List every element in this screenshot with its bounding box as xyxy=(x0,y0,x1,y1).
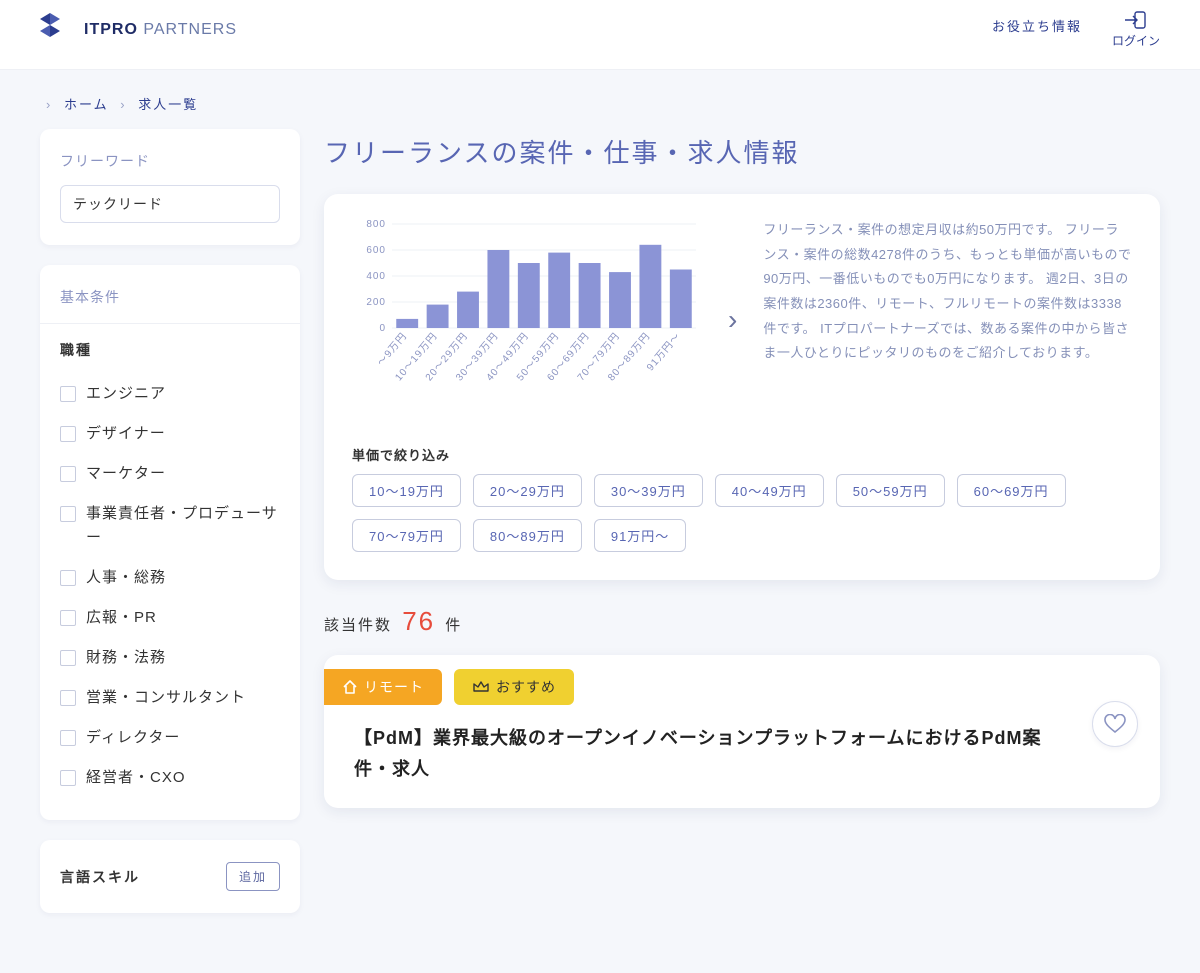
chart-bar xyxy=(427,305,449,328)
jobtype-label: 財務・法務 xyxy=(86,646,166,670)
heart-icon xyxy=(1104,714,1126,734)
freeword-input[interactable] xyxy=(60,185,280,223)
breadcrumb-current[interactable]: 求人一覧 xyxy=(138,97,198,112)
price-chip[interactable]: 60〜69万円 xyxy=(957,474,1066,507)
chart-bar xyxy=(457,292,479,328)
checkbox-icon xyxy=(60,770,76,786)
lang-skill-label: 言語スキル xyxy=(60,867,140,887)
checkbox-icon xyxy=(60,690,76,706)
home-icon xyxy=(342,680,358,694)
jobtype-checkbox[interactable]: 広報・PR xyxy=(60,598,280,638)
jobtype-checkbox[interactable]: 経営者・CXO xyxy=(60,758,280,798)
jobtype-label: 広報・PR xyxy=(86,606,157,630)
jobtype-label: 人事・総務 xyxy=(86,566,166,590)
price-chip[interactable]: 40〜49万円 xyxy=(715,474,824,507)
chart-description: フリーランス・案件の想定月収は約50万円です。 フリーランス・案件の総数4278… xyxy=(763,218,1132,366)
basic-cond-label: 基本条件 xyxy=(60,287,280,307)
chart-bar xyxy=(670,270,692,329)
price-chip[interactable]: 10〜19万円 xyxy=(352,474,461,507)
chart-next-button[interactable]: › xyxy=(722,304,743,336)
jobtype-label: 事業責任者・プロデューサー xyxy=(86,502,280,550)
jobtype-label: マーケター xyxy=(86,462,166,486)
checkbox-icon xyxy=(60,466,76,482)
login-icon xyxy=(1123,10,1149,30)
favorite-button[interactable] xyxy=(1092,701,1138,747)
jobtype-label: エンジニア xyxy=(86,382,166,406)
price-chip[interactable]: 20〜29万円 xyxy=(473,474,582,507)
login-button[interactable]: ログイン xyxy=(1112,10,1160,49)
result-count: 該当件数 76 件 xyxy=(324,606,1160,637)
freeword-label: フリーワード xyxy=(60,151,280,171)
jobtype-checkbox[interactable]: マーケター xyxy=(60,454,280,494)
job-card[interactable]: リモート おすすめ 【PdM】業界最大級のオープンイノベーションプラットフォーム… xyxy=(324,655,1160,808)
jobtype-checkbox[interactable]: エンジニア xyxy=(60,374,280,414)
logo[interactable]: ITPRO PARTNERS xyxy=(40,13,237,46)
checkbox-icon xyxy=(60,506,76,522)
jobtype-label: 経営者・CXO xyxy=(86,766,186,790)
price-chip[interactable]: 80〜89万円 xyxy=(473,519,582,552)
chart-bar xyxy=(579,263,601,328)
chart-bar xyxy=(518,263,540,328)
crown-icon xyxy=(472,680,490,694)
price-filter-label: 単価で絞り込み xyxy=(352,445,1132,464)
price-chip[interactable]: 70〜79万円 xyxy=(352,519,461,552)
jobtype-checkbox[interactable]: 財務・法務 xyxy=(60,638,280,678)
chevron-right-icon: › xyxy=(46,97,52,112)
svg-text:400: 400 xyxy=(366,271,386,282)
price-chip[interactable]: 50〜59万円 xyxy=(836,474,945,507)
chart-bar xyxy=(639,245,661,328)
page-title: フリーランスの案件・仕事・求人情報 xyxy=(324,129,1160,170)
chart-bar xyxy=(548,253,570,328)
jobtype-label: 営業・コンサルタント xyxy=(86,686,246,710)
price-chip[interactable]: 30〜39万円 xyxy=(594,474,703,507)
logo-text: ITPRO PARTNERS xyxy=(84,21,237,39)
jobtype-checkbox[interactable]: 事業責任者・プロデューサー xyxy=(60,494,280,558)
chart-card: 0200400600800〜9万円10〜19万円20〜29万円30〜39万円40… xyxy=(324,194,1160,580)
chevron-right-icon: › xyxy=(120,97,126,112)
checkbox-icon xyxy=(60,650,76,666)
tag-recommend: おすすめ xyxy=(454,669,574,705)
jobtype-checkbox[interactable]: 営業・コンサルタント xyxy=(60,678,280,718)
jobtype-checkbox[interactable]: デザイナー xyxy=(60,414,280,454)
price-chip[interactable]: 91万円〜 xyxy=(594,519,686,552)
breadcrumb-home[interactable]: ホーム xyxy=(64,97,109,112)
breadcrumb: › ホーム › 求人一覧 xyxy=(0,70,1200,129)
chart-bar xyxy=(609,272,631,328)
tag-remote: リモート xyxy=(324,669,442,705)
checkbox-icon xyxy=(60,386,76,402)
info-link[interactable]: お役立ち情報 xyxy=(992,16,1082,35)
jobtype-checkbox[interactable]: 人事・総務 xyxy=(60,558,280,598)
checkbox-icon xyxy=(60,426,76,442)
job-title: 【PdM】業界最大級のオープンイノベーションプラットフォームにおけるPdM案件・… xyxy=(324,719,1160,784)
checkbox-icon xyxy=(60,730,76,746)
logo-icon xyxy=(40,13,74,46)
svg-text:800: 800 xyxy=(366,219,386,230)
svg-text:0: 0 xyxy=(379,323,386,334)
jobtype-label: 職種 xyxy=(60,340,280,360)
checkbox-icon xyxy=(60,610,76,626)
checkbox-icon xyxy=(60,570,76,586)
chart-bar xyxy=(396,319,418,328)
jobtype-label: ディレクター xyxy=(86,726,180,750)
svg-text:600: 600 xyxy=(366,245,386,256)
chart-bar xyxy=(487,250,509,328)
price-bar-chart: 0200400600800〜9万円10〜19万円20〜29万円30〜39万円40… xyxy=(352,218,702,418)
svg-text:200: 200 xyxy=(366,297,386,308)
add-skill-button[interactable]: 追加 xyxy=(226,862,280,891)
jobtype-checkbox[interactable]: ディレクター xyxy=(60,718,280,758)
jobtype-label: デザイナー xyxy=(86,422,166,446)
